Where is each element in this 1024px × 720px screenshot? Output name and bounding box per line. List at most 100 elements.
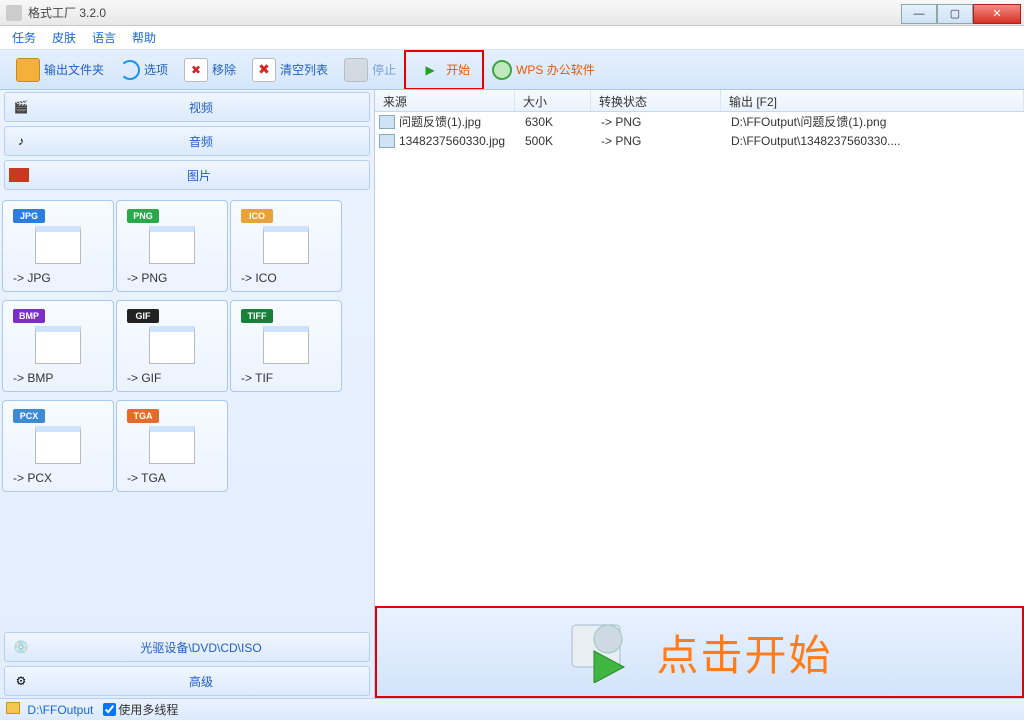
cell-size: 500K bbox=[517, 134, 593, 148]
category-audio[interactable]: ♪ 音频 bbox=[4, 126, 370, 156]
format-card-ico[interactable]: ICO -> ICO bbox=[230, 200, 342, 292]
format-card-tiff[interactable]: TIFF -> TIF bbox=[230, 300, 342, 392]
menu-help[interactable]: 帮助 bbox=[132, 29, 156, 46]
stop-label: 停止 bbox=[372, 61, 396, 78]
format-thumbnail-icon bbox=[263, 326, 309, 364]
disc-icon: 💿 bbox=[9, 637, 33, 657]
cell-output: D:\FFOutput\1348237560330.... bbox=[723, 134, 1024, 148]
banner-play-icon bbox=[566, 621, 636, 683]
menu-skin[interactable]: 皮肤 bbox=[52, 29, 76, 46]
cell-state: -> PNG bbox=[593, 115, 723, 129]
cell-source: 问题反馈(1).jpg bbox=[399, 113, 517, 130]
output-folder-button[interactable]: 输出文件夹 bbox=[8, 54, 112, 86]
category-advanced[interactable]: ⚙ 高级 bbox=[4, 666, 370, 696]
cell-state: -> PNG bbox=[593, 134, 723, 148]
file-image-icon bbox=[379, 115, 395, 129]
status-path[interactable]: D:\FFOutput bbox=[6, 702, 93, 717]
format-badge: BMP bbox=[13, 309, 45, 323]
header-source[interactable]: 来源 bbox=[375, 90, 515, 111]
film-icon: 🎬 bbox=[9, 97, 33, 117]
sidebar: 🎬 视频 ♪ 音频 图片 JPG -> JPG PNG -> PNG ICO -> ICO… bbox=[0, 90, 375, 698]
document-clear-icon: ✖ bbox=[252, 58, 276, 82]
format-label: -> PCX bbox=[13, 471, 103, 485]
output-folder-label: 输出文件夹 bbox=[44, 61, 104, 78]
wps-label: WPS 办公软件 bbox=[516, 61, 595, 78]
stop-icon bbox=[344, 58, 368, 82]
format-label: -> TIF bbox=[241, 371, 331, 385]
music-note-icon: ♪ bbox=[9, 131, 33, 151]
format-badge: TGA bbox=[127, 409, 159, 423]
clear-list-button[interactable]: ✖ 清空列表 bbox=[244, 54, 336, 86]
format-badge: ICO bbox=[241, 209, 273, 223]
banner-text: 点击开始 bbox=[656, 622, 832, 683]
format-thumbnail-icon bbox=[149, 426, 195, 464]
header-state[interactable]: 转换状态 bbox=[591, 90, 721, 111]
format-label: -> TGA bbox=[127, 471, 217, 485]
format-card-bmp[interactable]: BMP -> BMP bbox=[2, 300, 114, 392]
table-row[interactable]: 1348237560330.jpg500K-> PNGD:\FFOutput\1… bbox=[375, 131, 1024, 150]
cell-size: 630K bbox=[517, 115, 593, 129]
cell-output: D:\FFOutput\问题反馈(1).png bbox=[723, 113, 1024, 130]
start-highlight-box: ▶ 开始 bbox=[404, 50, 484, 90]
maximize-button[interactable]: ▢ bbox=[937, 4, 973, 24]
task-area: 来源 大小 转换状态 输出 [F2] 问题反馈(1).jpg630K-> PNG… bbox=[375, 90, 1024, 698]
multithread-checkbox[interactable]: 使用多线程 bbox=[103, 701, 178, 718]
format-badge: PNG bbox=[127, 209, 159, 223]
format-card-png[interactable]: PNG -> PNG bbox=[116, 200, 228, 292]
stop-button[interactable]: 停止 bbox=[336, 54, 404, 86]
options-label: 选项 bbox=[144, 61, 168, 78]
format-badge: TIFF bbox=[241, 309, 273, 323]
format-thumbnail-icon bbox=[35, 426, 81, 464]
header-output[interactable]: 输出 [F2] bbox=[721, 90, 1024, 111]
play-icon: ▶ bbox=[418, 58, 442, 82]
format-badge: GIF bbox=[127, 309, 159, 323]
cell-source: 1348237560330.jpg bbox=[399, 134, 517, 148]
app-icon bbox=[6, 5, 22, 21]
remove-label: 移除 bbox=[212, 61, 236, 78]
format-card-pcx[interactable]: PCX -> PCX bbox=[2, 400, 114, 492]
gear-icon: ⚙ bbox=[9, 671, 33, 691]
format-badge: PCX bbox=[13, 409, 45, 423]
format-label: -> BMP bbox=[13, 371, 103, 385]
statusbar: D:\FFOutput 使用多线程 bbox=[0, 698, 1024, 720]
folder-icon bbox=[6, 702, 20, 714]
menubar: 任务 皮肤 语言 帮助 bbox=[0, 26, 1024, 50]
format-label: -> JPG bbox=[13, 271, 103, 285]
format-card-gif[interactable]: GIF -> GIF bbox=[116, 300, 228, 392]
start-button[interactable]: ▶ 开始 bbox=[410, 54, 478, 86]
category-image[interactable]: 图片 bbox=[4, 160, 370, 190]
category-disc[interactable]: 💿 光驱设备\DVD\CD\ISO bbox=[4, 632, 370, 662]
category-video[interactable]: 🎬 视频 bbox=[4, 92, 370, 122]
format-thumbnail-icon bbox=[35, 226, 81, 264]
titlebar: 格式工厂 3.2.0 — ▢ ✕ bbox=[0, 0, 1024, 26]
window-title: 格式工厂 3.2.0 bbox=[28, 4, 106, 21]
folder-open-icon bbox=[16, 58, 40, 82]
format-card-jpg[interactable]: JPG -> JPG bbox=[2, 200, 114, 292]
format-label: -> ICO bbox=[241, 271, 331, 285]
format-thumbnail-icon bbox=[35, 326, 81, 364]
menu-language[interactable]: 语言 bbox=[92, 29, 116, 46]
format-thumbnail-icon bbox=[149, 226, 195, 264]
close-button[interactable]: ✕ bbox=[973, 4, 1021, 24]
table-row[interactable]: 问题反馈(1).jpg630K-> PNGD:\FFOutput\问题反馈(1)… bbox=[375, 112, 1024, 131]
format-badge: JPG bbox=[13, 209, 45, 223]
menu-task[interactable]: 任务 bbox=[12, 29, 36, 46]
format-thumbnail-icon bbox=[263, 226, 309, 264]
wps-button[interactable]: WPS 办公软件 bbox=[484, 54, 603, 86]
header-size[interactable]: 大小 bbox=[515, 90, 591, 111]
format-label: -> GIF bbox=[127, 371, 217, 385]
refresh-icon bbox=[120, 60, 140, 80]
remove-button[interactable]: ✖ 移除 bbox=[176, 54, 244, 86]
minimize-button[interactable]: — bbox=[901, 4, 937, 24]
task-list-header: 来源 大小 转换状态 输出 [F2] bbox=[375, 90, 1024, 112]
format-label: -> PNG bbox=[127, 271, 217, 285]
options-button[interactable]: 选项 bbox=[112, 54, 176, 86]
picture-icon bbox=[9, 168, 29, 182]
multithread-input[interactable] bbox=[103, 703, 116, 716]
document-remove-icon: ✖ bbox=[184, 58, 208, 82]
format-card-tga[interactable]: TGA -> TGA bbox=[116, 400, 228, 492]
toolbar: 输出文件夹 选项 ✖ 移除 ✖ 清空列表 停止 ▶ 开始 WPS 办公软件 bbox=[0, 50, 1024, 90]
clear-list-label: 清空列表 bbox=[280, 61, 328, 78]
format-thumbnail-icon bbox=[149, 326, 195, 364]
start-banner[interactable]: 点击开始 bbox=[375, 606, 1024, 698]
